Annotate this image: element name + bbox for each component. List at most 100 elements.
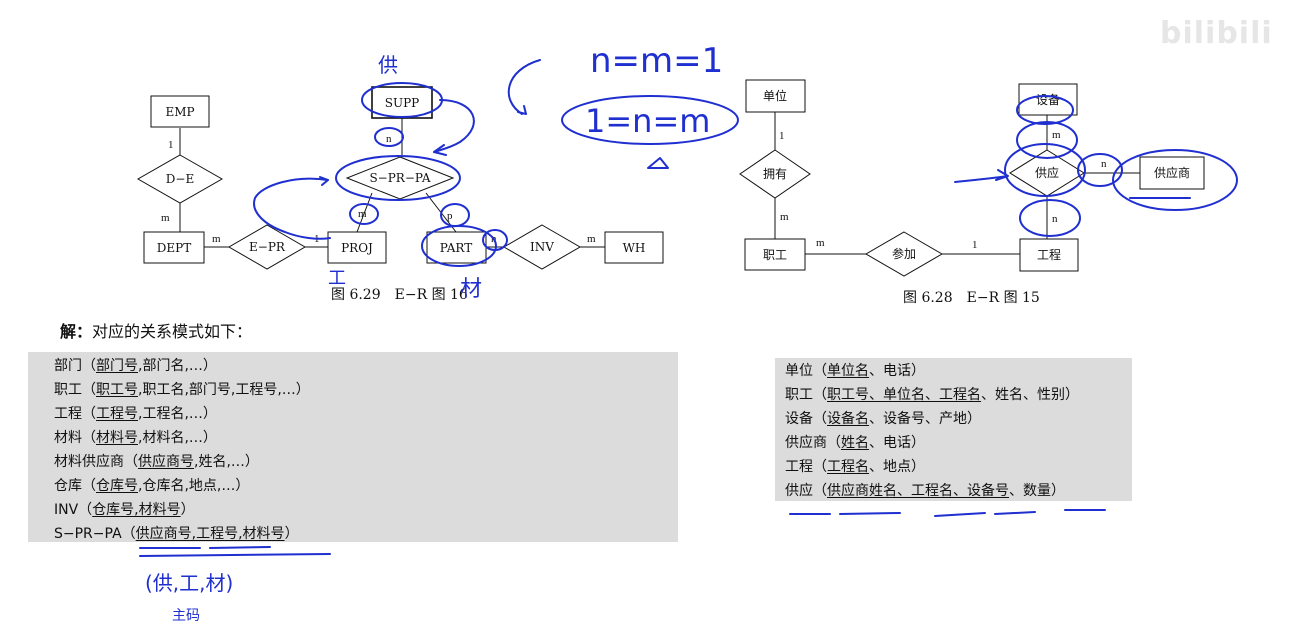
relationship-own: 拥有 xyxy=(739,149,811,199)
relationship-sprpa: S−PR−PA xyxy=(345,156,455,200)
schema-text: 、数量） xyxy=(1009,483,1065,499)
schema-row: 材料（材料号,材料名,…） xyxy=(54,426,678,450)
card-emp-de: 1 xyxy=(168,139,174,151)
schema-text: 材料（ xyxy=(54,430,96,446)
handwritten-supp-note: 供 xyxy=(378,53,398,77)
primary-key-text: 设备名 xyxy=(827,411,869,427)
schema-text: 工程（ xyxy=(54,406,96,422)
schema-row: S−PR−PA（供应商号,工程号,材料号） xyxy=(54,522,678,546)
entity-supp: SUPP xyxy=(371,86,433,119)
card-wh-inv: m xyxy=(587,233,596,245)
handwritten-proj-note: 工 xyxy=(328,268,346,289)
entity-dept-label: DEPT xyxy=(157,241,191,255)
entity-unit: 单位 xyxy=(745,79,806,113)
relationship-supply-label: 供应 xyxy=(1035,165,1059,180)
entity-emp: EMP xyxy=(150,95,210,128)
relationship-de-label: D−E xyxy=(166,172,194,186)
primary-key-text: 部门号 xyxy=(96,358,138,374)
schema-text: 、电话） xyxy=(869,435,925,451)
schema-text: 工程（ xyxy=(785,459,827,475)
solution-heading: 解：对应的关系模式如下： xyxy=(60,318,252,342)
schema-row: 工程（工程号,工程名,…） xyxy=(54,402,678,426)
card-staff-own: m xyxy=(780,211,789,223)
primary-key-text: 仓库号,材料号 xyxy=(92,502,181,518)
primary-key-text: 职工号 xyxy=(96,382,138,398)
primary-key-text: 供应商姓名、工程名、设备号 xyxy=(827,483,1009,499)
entity-proj-label: PROJ xyxy=(341,241,373,255)
schema-text: ,部门名,…） xyxy=(138,358,217,374)
schema-text: 供应商（ xyxy=(785,435,841,451)
primary-key-text: 供应商号 xyxy=(138,454,194,470)
card-part-sprpa: p xyxy=(447,210,453,222)
schema-text: 部门（ xyxy=(54,358,96,374)
card-project-join: 1 xyxy=(972,239,978,251)
relationship-epr: E−PR xyxy=(228,224,306,270)
schema-text: 单位（ xyxy=(785,363,827,379)
primary-key-text: 职工号、单位名、工程名 xyxy=(827,387,981,403)
schema-text: 职工（ xyxy=(54,382,96,398)
schema-text: 设备（ xyxy=(785,411,827,427)
entity-wh: WH xyxy=(604,231,664,264)
entity-dept: DEPT xyxy=(143,231,205,264)
primary-key-text: 姓名 xyxy=(841,435,869,451)
primary-key-text: 仓库号 xyxy=(96,478,138,494)
card-equip-supply: m xyxy=(1052,129,1061,141)
card-supplier-supply: n xyxy=(1101,158,1107,170)
schema-text: 供应（ xyxy=(785,483,827,499)
relationship-join: 参加 xyxy=(865,231,943,277)
primary-key-text: 供应商号,工程号,材料号 xyxy=(135,526,285,542)
schema-text: 职工（ xyxy=(785,387,827,403)
entity-part-label: PART xyxy=(440,241,472,255)
relationship-sprpa-label: S−PR−PA xyxy=(369,171,430,185)
entity-proj: PROJ xyxy=(327,231,387,264)
entity-staff: 职工 xyxy=(744,238,806,271)
entity-staff-label: 职工 xyxy=(763,248,787,262)
card-dept-de: m xyxy=(161,212,170,224)
schema-row: 部门（部门号,部门名,…） xyxy=(54,354,678,378)
schema-text: 仓库（ xyxy=(54,478,96,494)
schema-row: 职工（职工号,职工名,部门号,工程号,…） xyxy=(54,378,678,402)
card-unit-own: 1 xyxy=(779,130,785,142)
caption-right: 图 6.28 E−R 图 15 xyxy=(903,290,1040,306)
relationship-de: D−E xyxy=(136,154,224,204)
entity-unit-label: 单位 xyxy=(763,88,787,103)
solution-label: 解： xyxy=(60,322,93,341)
card-proj-sprpa: m xyxy=(358,208,367,220)
schema-text: ,仓库名,地点,…） xyxy=(138,478,250,494)
entity-wh-label: WH xyxy=(623,241,646,255)
schema-text: 材料供应商（ xyxy=(54,454,138,470)
handwritten-formula-top: n=m=1 xyxy=(590,41,723,81)
relationship-join-label: 参加 xyxy=(892,246,916,261)
handwritten-bottom-note: 主码 xyxy=(172,608,200,624)
card-project-supply: n xyxy=(1052,213,1058,225)
schema-text: ,姓名,…） xyxy=(194,454,259,470)
schema-text: ） xyxy=(284,526,299,542)
schema-text: ,工程名,…） xyxy=(138,406,217,422)
entity-supplier: 供应商 xyxy=(1139,156,1205,190)
primary-key-text: 工程号 xyxy=(96,406,138,422)
schema-text: 、地点） xyxy=(869,459,925,475)
card-supp-sprpa: n xyxy=(386,133,392,145)
schema-text: 、电话） xyxy=(869,363,925,379)
card-staff-join: m xyxy=(816,237,825,249)
primary-key-text: 材料号 xyxy=(96,430,138,446)
schema-text: 、设备号、产地） xyxy=(869,411,981,427)
relationship-own-label: 拥有 xyxy=(763,167,787,181)
schema-text: INV（ xyxy=(54,502,93,518)
entity-supplier-label: 供应商 xyxy=(1154,165,1190,180)
left-schema-panel: 部门（部门号,部门名,…） 职工（职工号,职工名,部门号,工程号,…） 工程（工程号… xyxy=(28,352,678,542)
entity-part: PART xyxy=(426,231,487,264)
handwritten-bottom-tuple: (供,工,材) xyxy=(145,571,233,595)
schema-row: INV（仓库号,材料号） xyxy=(54,498,678,522)
schema-row: 设备（设备名、设备号、产地） xyxy=(785,407,1132,431)
handwritten-formula-circled: 1=n=m xyxy=(585,102,710,140)
relationship-inv: INV xyxy=(503,224,581,270)
entity-emp-label: EMP xyxy=(165,105,194,119)
schema-text: ） xyxy=(180,502,195,518)
schema-text: S−PR−PA（ xyxy=(54,526,136,542)
schema-row: 职工（职工号、单位名、工程名、姓名、性别） xyxy=(785,383,1132,407)
relationship-epr-label: E−PR xyxy=(249,240,286,254)
entity-supp-label: SUPP xyxy=(385,96,419,110)
schema-text: ,材料名,…） xyxy=(138,430,217,446)
right-schema-panel: 单位（单位名、电话） 职工（职工号、单位名、工程名、姓名、性别） 设备（设备名、设备… xyxy=(775,358,1132,501)
